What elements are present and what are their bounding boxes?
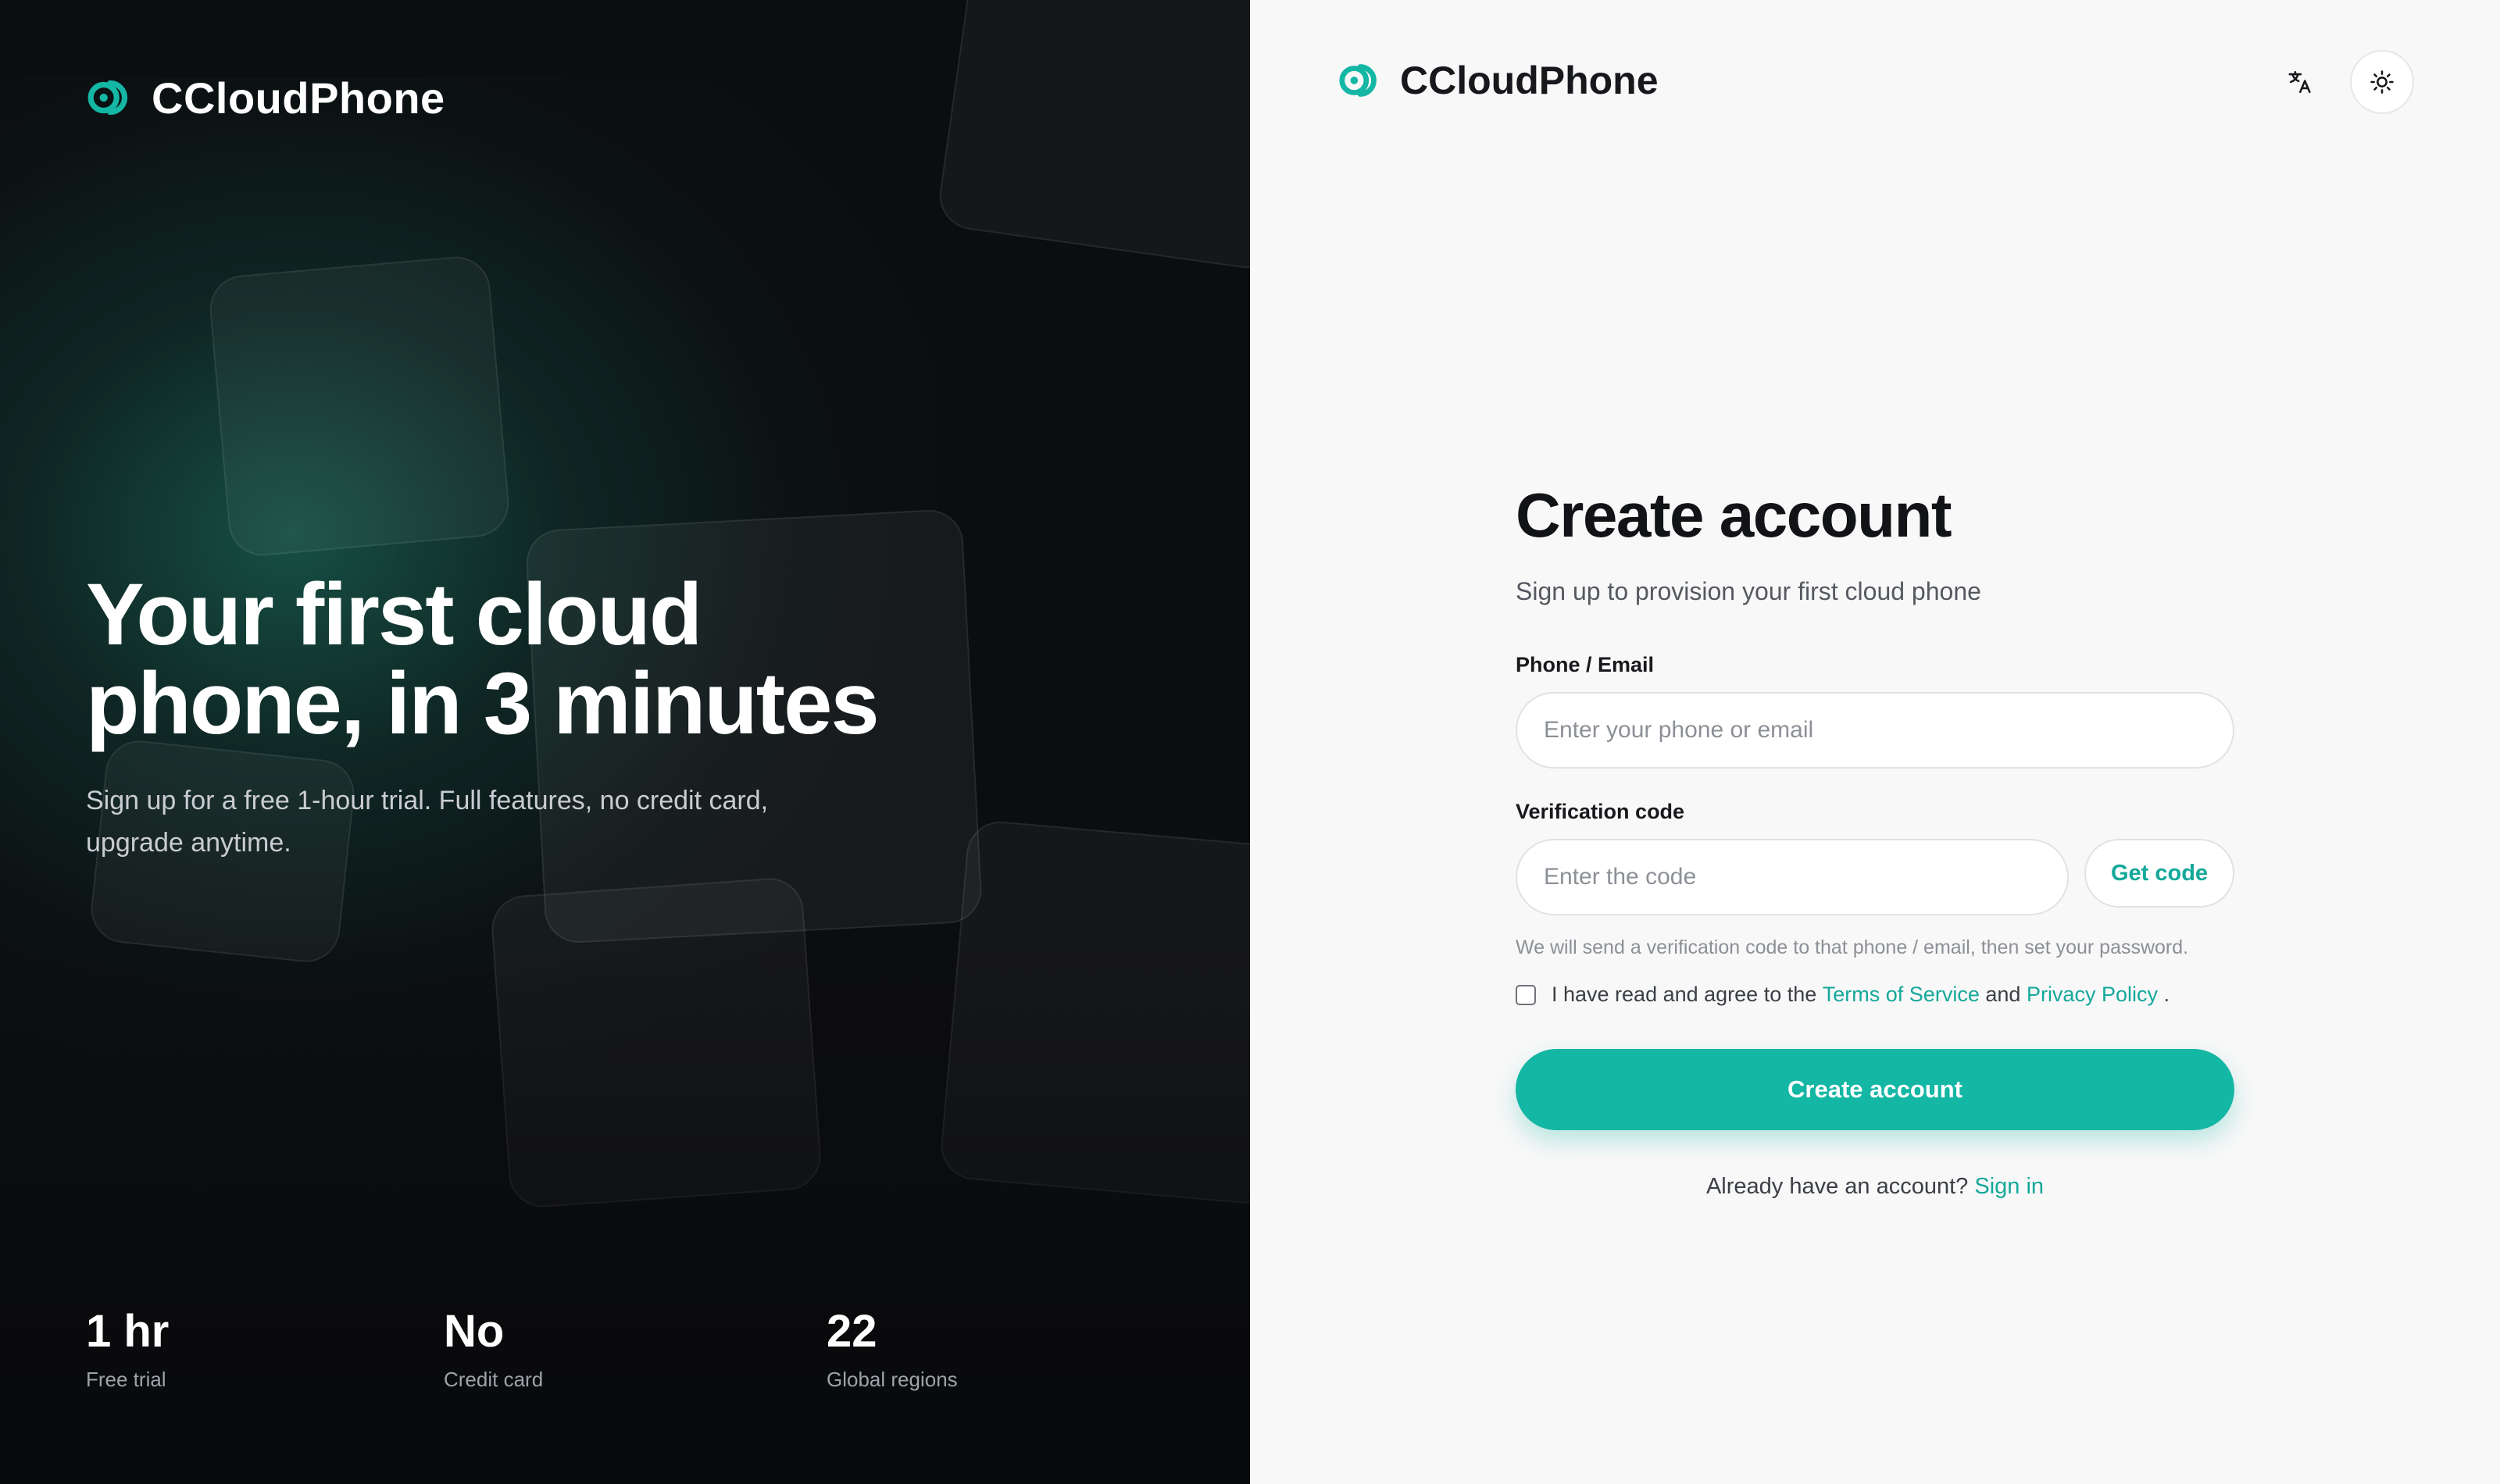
hero-subtitle: Sign up for a free 1-hour trial. Full fe… [86,786,769,858]
top-actions [2269,50,2414,114]
cloudphone-logo-icon [1339,64,1377,97]
decorative-tile [206,253,512,559]
brand-name: CCloudPhone [152,73,445,123]
create-account-button[interactable]: Create account [1516,1049,2234,1130]
translate-icon [2288,70,2311,94]
agree-suffix: . [2163,983,2170,1006]
agree-checkbox[interactable] [1516,984,1536,1005]
stat-global-regions: 22 Global regions [827,1304,1184,1395]
signin-row: Already have an account? Sign in [1516,1174,2234,1200]
stat-label: Global regions [827,1368,958,1391]
stat-free-trial: 1 hr Free trial [86,1304,444,1395]
theme-toggle-button[interactable] [2350,50,2414,114]
get-code-button[interactable]: Get code [2084,839,2234,908]
brand-name: CCloudPhone [1400,59,1659,102]
language-button[interactable] [2269,50,2333,114]
hero-panel: CCloudPhone Your first cloud phone, in 3… [0,0,1250,1484]
decorative-tile [935,0,1250,273]
verification-code-input[interactable] [1516,839,2069,915]
contact-label: Phone / Email [1516,653,1655,676]
stat-value: 1 hr [86,1306,170,1357]
agree-prefix: I have read and agree to the [1552,983,1817,1006]
code-row: Get code [1516,839,2234,915]
hero-title: Your first cloud phone, in 3 minutes [86,565,880,752]
contact-input[interactable] [1516,692,2234,769]
signup-form: Create account Sign up to provision your… [1516,478,2234,1200]
stat-value: 22 [827,1306,877,1357]
agreement-row: I have read and agree to the Terms of Se… [1516,983,2234,1007]
agree-and: and [1985,983,2021,1006]
stat-label: Free trial [86,1368,166,1391]
code-label: Verification code [1516,800,1685,823]
hero-stats: 1 hr Free trial No Credit card 22 Global… [86,1304,1184,1395]
hero-brand: CCloudPhone [86,72,445,123]
panel-brand[interactable]: CCloudPhone [1338,56,1659,105]
cloudphone-logo-icon [88,80,128,116]
hero-fade [0,937,1250,1484]
signin-prompt: Already have an account? [1705,1174,1969,1199]
form-subtitle: Sign up to provision your first cloud ph… [1516,577,1981,605]
terms-link[interactable]: Terms of Service [1823,983,1980,1007]
privacy-link[interactable]: Privacy Policy [2027,983,2158,1007]
signup-page: CCloudPhone Your first cloud phone, in 3… [0,0,2500,1484]
verification-hint: We will send a verification code to that… [1516,936,2189,958]
stat-label: Credit card [444,1368,544,1391]
sun-icon [2370,70,2394,94]
form-title: Create account [1516,480,1952,550]
stat-credit-card: No Credit card [444,1304,827,1395]
signup-panel: CCloudPhone Create account Sign up to pr… [1250,0,2500,1484]
signin-link[interactable]: Sign in [1974,1174,2044,1199]
stat-value: No [444,1306,505,1357]
